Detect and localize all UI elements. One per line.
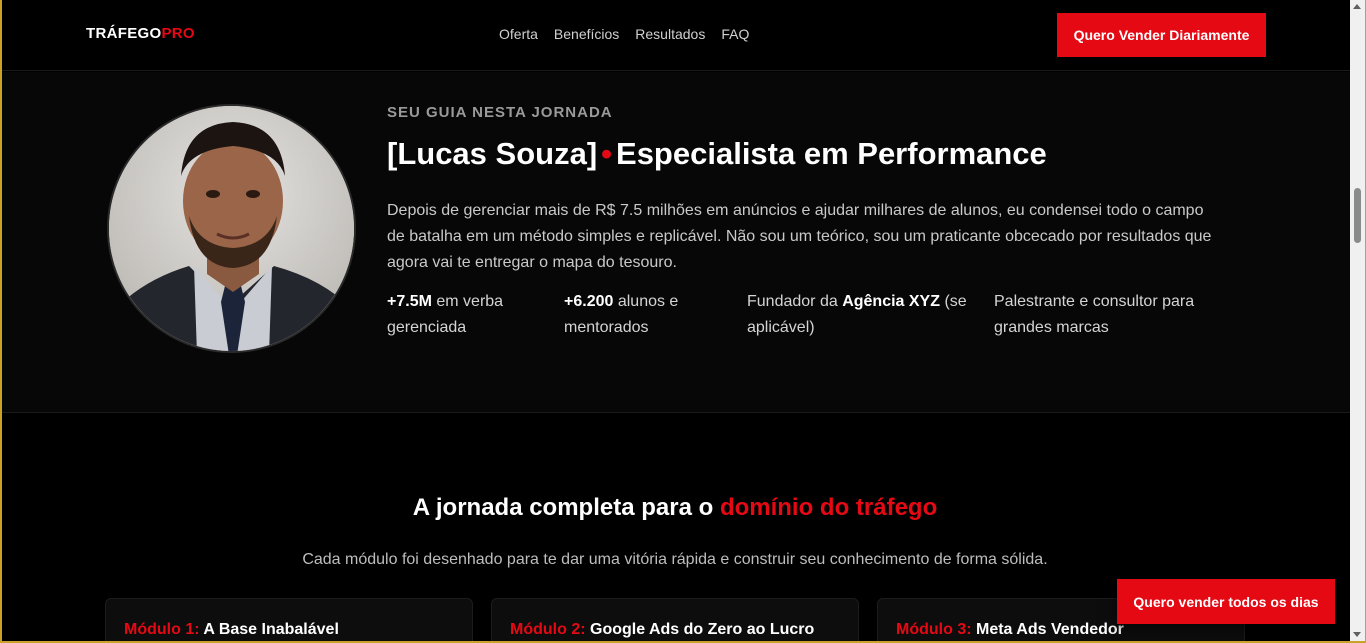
stat-founder: Fundador da Agência XYZ (se aplicável) [747, 293, 967, 336]
logo-main: TRÁFEGO [86, 25, 162, 42]
journey-heading-highlight: domínio do tráfego [719, 494, 938, 521]
page-scrollbar[interactable] [1350, 0, 1365, 641]
nav-link-beneficios[interactable]: Benefícios [554, 26, 619, 42]
scrollbar-thumb[interactable] [1354, 188, 1361, 243]
header-cta-button[interactable]: Quero Vender Diariamente [1057, 13, 1266, 57]
floating-cta-button[interactable]: Quero vender todos os dias [1117, 579, 1335, 624]
scroll-down-arrow-icon[interactable] [1353, 632, 1361, 637]
instructor-role: Especialista em Performance [616, 136, 1047, 171]
instructor-name: [Lucas Souza] [387, 136, 598, 171]
nav-link-oferta[interactable]: Oferta [499, 26, 538, 42]
main-nav: Oferta Benefícios Resultados FAQ [499, 26, 749, 42]
section-eyebrow: SEU GUIA NESTA JORNADA [387, 104, 613, 121]
module-label: Módulo 2: [510, 621, 586, 638]
guide-section: SEU GUIA NESTA JORNADA [Lucas Souza] • Esp… [2, 72, 1350, 413]
stat-speaker: Palestrante e consultor para grandes mar… [994, 293, 1195, 336]
site-header: TRÁFEGOPRO Oferta Benefícios Resultados … [2, 0, 1350, 71]
module-title: A Base Inabalável [203, 621, 339, 638]
module-card-1[interactable]: Módulo 1: A Base Inabalável [105, 598, 473, 643]
instructor-title: [Lucas Souza] • Especialista em Performanc… [387, 136, 1047, 172]
instructor-bio: Depois de gerenciar mais de R$ 7.5 milhõ… [387, 202, 1212, 271]
module-label: Módulo 1: [124, 621, 200, 638]
journey-subtitle: Cada módulo foi desenhado para te dar um… [302, 551, 1048, 568]
bullet-dot-icon: • [601, 136, 613, 171]
scroll-up-arrow-icon[interactable] [1353, 4, 1361, 9]
logo-accent: PRO [161, 25, 195, 42]
journey-heading: A jornada completa para o domínio do trá… [412, 494, 938, 521]
logo[interactable]: TRÁFEGOPRO [86, 25, 195, 42]
instructor-photo [107, 104, 356, 353]
stat-students: +6.200 alunos e mentorados [564, 293, 679, 336]
nav-link-resultados[interactable]: Resultados [635, 26, 705, 42]
module-card-2[interactable]: Módulo 2: Google Ads do Zero ao Lucro [491, 598, 859, 643]
stat-ad-spend: +7.5M em verba gerenciada [387, 293, 504, 336]
module-title: Meta Ads Vendedor [976, 621, 1124, 638]
module-title: Google Ads do Zero ao Lucro [590, 621, 815, 638]
nav-link-faq[interactable]: FAQ [721, 26, 749, 42]
module-label: Módulo 3: [896, 621, 972, 638]
